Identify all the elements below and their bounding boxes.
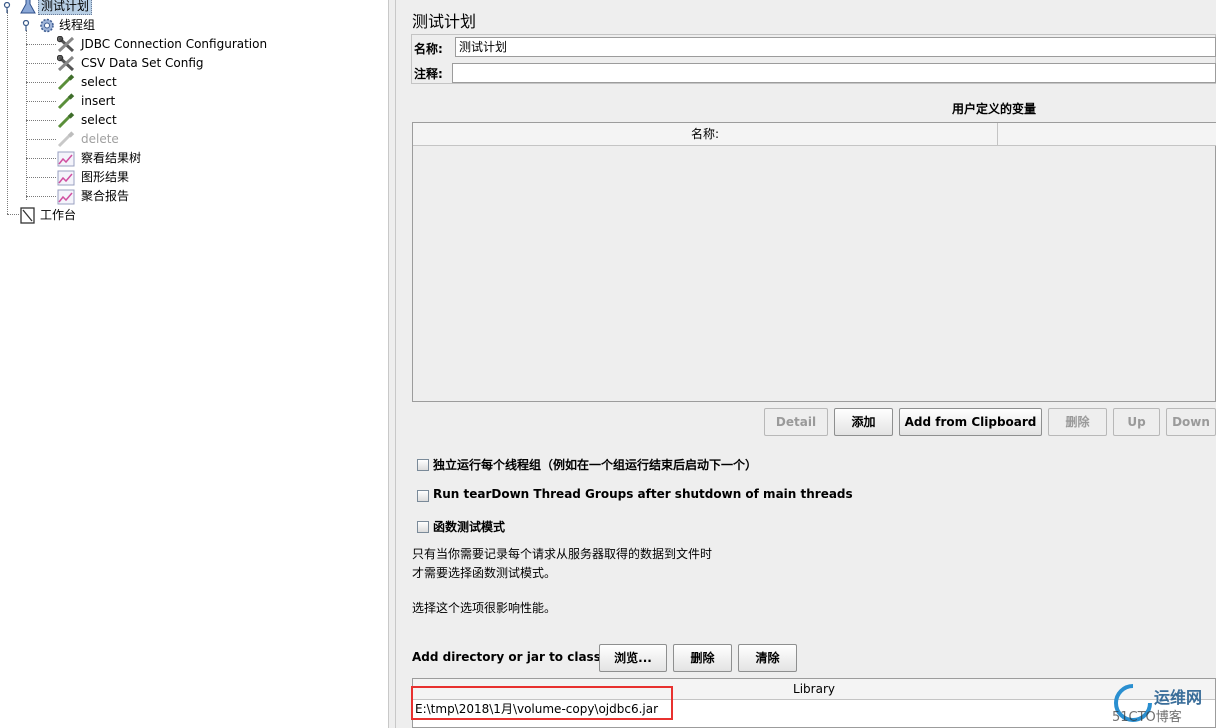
tree-node-label: 察看结果树 [81, 151, 142, 165]
add-from-clipboard-button[interactable]: Add from Clipboard [899, 408, 1042, 436]
highlight-box [411, 686, 673, 720]
tree-node-jdbc-config[interactable]: JDBC Connection Configuration [0, 35, 300, 54]
pipette-icon [57, 93, 75, 110]
down-button[interactable]: Down [1166, 408, 1216, 436]
tree-node-label: 工作台 [40, 208, 77, 222]
chart-icon [57, 170, 75, 186]
variables-title: 用户定义的变量 [952, 102, 1037, 116]
tree-node-insert[interactable]: insert [0, 92, 300, 111]
delete-button[interactable]: 删除 [1048, 408, 1107, 436]
page-title: 测试计划 [412, 12, 477, 31]
variables-table-header: 名称: [413, 123, 1216, 146]
test-plan-panel: 测试计划 名称: 测试计划 注释: 用户定义的变量 名称: Detail 添加 … [396, 0, 1216, 728]
pane-splitter[interactable] [388, 0, 396, 728]
tree-node-select[interactable]: select [0, 73, 300, 92]
test-plan-tree[interactable]: 测试计划 线程组 JDBC Connection Configuration C… [0, 0, 388, 728]
tree-node-view-results-tree[interactable]: 察看结果树 [0, 149, 300, 168]
tree-node-graph-results[interactable]: 图形结果 [0, 168, 300, 187]
tree-node-label: 测试计划 [38, 0, 93, 15]
variables-table[interactable]: 名称: [412, 122, 1216, 402]
tree-node-workbench[interactable]: 工作台 [0, 206, 200, 225]
wrench-icon [57, 55, 75, 72]
tree-node-csv-config[interactable]: CSV Data Set Config [0, 54, 300, 73]
browse-button[interactable]: 浏览... [599, 644, 667, 672]
functional-note: 只有当你需要记录每个请求从服务器取得的数据到文件时 [412, 547, 713, 561]
detail-button[interactable]: Detail [764, 408, 828, 436]
flask-icon [20, 0, 36, 14]
tree-node-label: 聚合报告 [81, 189, 130, 203]
watermark-text: 运维网 [1154, 688, 1203, 707]
column-header-name[interactable]: 名称: [413, 123, 998, 145]
name-field[interactable]: 测试计划 [455, 37, 1216, 57]
pipette-icon [57, 112, 75, 129]
serialize-thread-groups-label: 独立运行每个线程组（例如在一个组运行结束后启动下一个） [433, 458, 758, 472]
chart-icon [57, 151, 75, 167]
classpath-clear-button[interactable]: 清除 [738, 644, 797, 672]
teardown-checkbox[interactable] [417, 490, 429, 502]
watermark-sub: 51CTO博客 [1112, 710, 1182, 725]
column-header-value[interactable] [998, 123, 1216, 145]
chart-icon [57, 189, 75, 205]
performance-note: 选择这个选项很影响性能。 [412, 601, 557, 615]
tree-node-label: select [81, 75, 117, 89]
functional-note: 才需要选择函数测试模式。 [412, 566, 557, 580]
tree-node-label: CSV Data Set Config [81, 56, 204, 70]
pipette-icon [57, 74, 75, 91]
wrench-icon [57, 36, 75, 53]
tree-node-test-plan[interactable]: 测试计划 [0, 0, 200, 16]
tree-node-thread-group[interactable]: 线程组 [0, 16, 200, 35]
tree-node-label: insert [81, 94, 116, 108]
comment-field[interactable] [452, 63, 1216, 83]
add-button[interactable]: 添加 [834, 408, 893, 436]
tree-node-aggregate-report[interactable]: 聚合报告 [0, 187, 300, 206]
comment-label: 注释: [414, 67, 443, 81]
teardown-label: Run tearDown Thread Groups after shutdow… [433, 487, 853, 501]
functional-mode-label: 函数测试模式 [433, 520, 506, 534]
up-button[interactable]: Up [1113, 408, 1160, 436]
tree-node-label: select [81, 113, 117, 127]
name-label: 名称: [414, 42, 443, 56]
classpath-delete-button[interactable]: 删除 [673, 644, 732, 672]
serialize-thread-groups-checkbox[interactable] [417, 459, 429, 471]
expand-toggle-icon[interactable] [3, 2, 11, 14]
tree-node-select[interactable]: select [0, 111, 300, 130]
pipette-icon [57, 131, 75, 148]
workbench-icon [20, 207, 35, 224]
functional-mode-checkbox[interactable] [417, 521, 429, 533]
tree-node-label: 线程组 [59, 18, 96, 32]
tree-node-delete[interactable]: delete [0, 130, 300, 149]
gear-icon [40, 18, 54, 33]
tree-node-label: 图形结果 [81, 170, 130, 184]
expand-toggle-icon[interactable] [22, 20, 30, 32]
tree-node-label: JDBC Connection Configuration [81, 37, 268, 51]
tree-node-label: delete [81, 132, 119, 146]
watermark: 运维网 51CTO博客 [1112, 682, 1216, 728]
